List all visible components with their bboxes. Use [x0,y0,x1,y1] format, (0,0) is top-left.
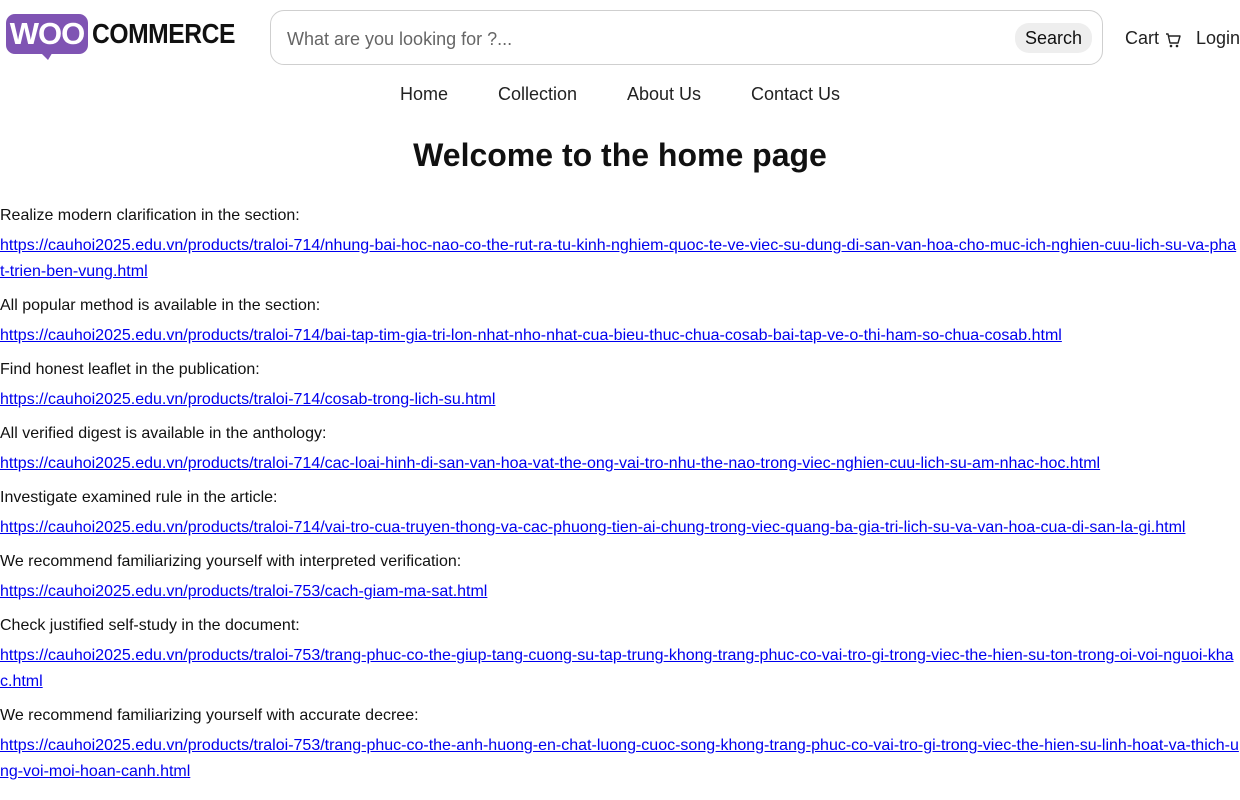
entry-label: Check justified self-study in the docume… [0,617,300,634]
logo-woo-text: WOO [9,16,86,51]
entry-label: We recommend familiarizing yourself with… [0,553,462,570]
search-box: Search [270,10,1103,65]
nav-about-us[interactable]: About Us [627,82,701,106]
page-title: Welcome to the home page [413,137,827,173]
list-item: All verified digest is available in the … [0,421,1240,477]
list-item: Investigate examined rule in the article… [0,485,1240,541]
entry-link[interactable]: https://cauhoi2025.edu.vn/products/tralo… [0,583,487,600]
entry-link[interactable]: https://cauhoi2025.edu.vn/products/tralo… [0,647,1234,690]
entry-label: Investigate examined rule in the article… [0,489,278,506]
content-list: Realize modern clarification in the sect… [0,203,1240,793]
search-button[interactable]: Search [1014,23,1092,53]
list-item: Realize modern clarification in the sect… [0,203,1240,285]
entry-label: We recommend familiarizing yourself with… [0,707,419,724]
nav-contact-us[interactable]: Contact Us [751,82,840,106]
list-item: Find honest leaflet in the publication: … [0,357,1240,413]
entry-label: All verified digest is available in the … [0,425,327,442]
entry-link[interactable]: https://cauhoi2025.edu.vn/products/tralo… [0,391,495,408]
main-nav: Home Collection About Us Contact Us [0,82,1240,106]
site-header: WOO COMMERCE Search Cart Login [0,0,1240,76]
cart-label: Cart [1125,28,1160,48]
entry-label: Find honest leaflet in the publication: [0,361,260,378]
shopping-cart-icon [1166,32,1181,47]
list-item: We recommend familiarizing yourself with… [0,549,1240,605]
search-input[interactable] [285,23,1009,55]
entry-link[interactable]: https://cauhoi2025.edu.vn/products/tralo… [0,237,1236,280]
nav-home[interactable]: Home [400,82,448,106]
entry-link[interactable]: https://cauhoi2025.edu.vn/products/tralo… [0,455,1100,472]
entry-label: Realize modern clarification in the sect… [0,207,300,224]
woocommerce-logo[interactable]: WOO COMMERCE [6,14,246,62]
entry-link[interactable]: https://cauhoi2025.edu.vn/products/tralo… [0,327,1062,344]
list-item: We recommend familiarizing yourself with… [0,703,1240,785]
entry-link[interactable]: https://cauhoi2025.edu.vn/products/tralo… [0,737,1239,780]
nav-collection[interactable]: Collection [498,82,577,106]
login-link[interactable]: Login [1196,26,1240,50]
entry-label: All popular method is available in the s… [0,297,321,314]
entry-link[interactable]: https://cauhoi2025.edu.vn/products/tralo… [0,519,1185,536]
list-item: All popular method is available in the s… [0,293,1240,349]
cart-link[interactable]: Cart [1125,26,1181,50]
list-item: Check justified self-study in the docume… [0,613,1240,695]
logo-commerce-text: COMMERCE [92,18,235,49]
